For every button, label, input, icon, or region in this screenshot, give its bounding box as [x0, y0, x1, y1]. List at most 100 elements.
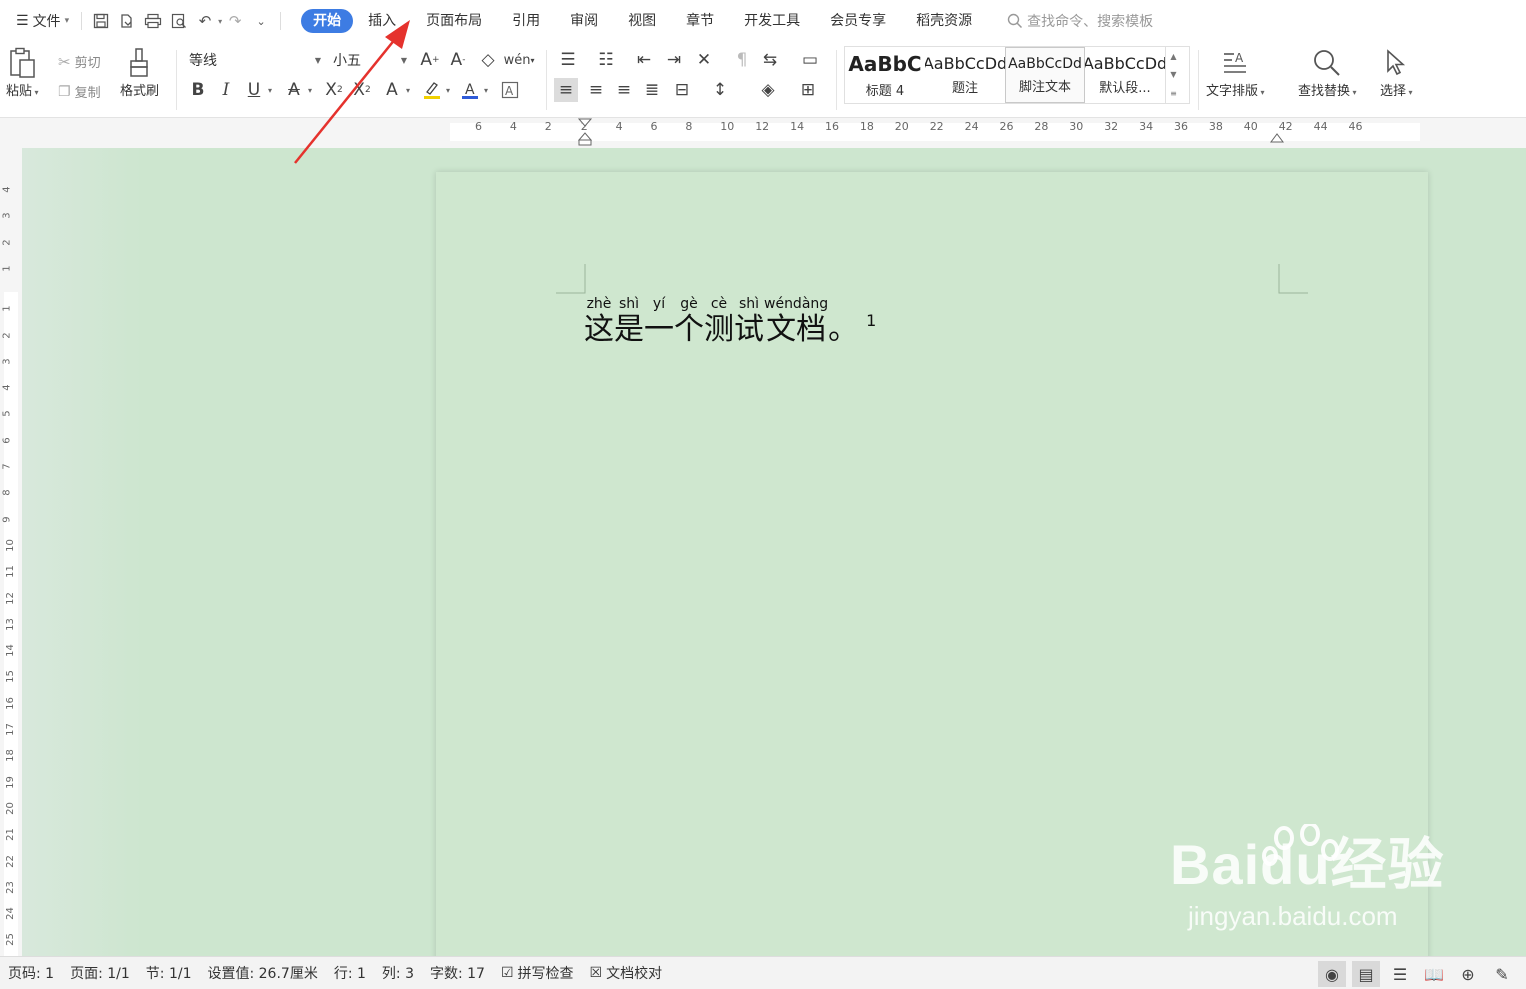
footnote-reference[interactable]: 1 — [866, 311, 876, 330]
chevron-down-icon[interactable]: ▾ — [268, 86, 272, 95]
tab-developer[interactable]: 开发工具 — [729, 9, 815, 33]
bold-icon[interactable]: B — [186, 78, 210, 102]
command-search[interactable]: 查找命令、搜索模板 — [1007, 11, 1153, 31]
shrink-font-icon[interactable]: A- — [446, 48, 470, 72]
paw-icon — [1262, 824, 1339, 866]
chevron-down-icon[interactable]: ▾ — [484, 86, 488, 95]
ruler-tick-label: 16 — [4, 696, 16, 710]
tab-view[interactable]: 视图 — [613, 9, 671, 33]
ruler-tick-label: 4 — [1, 186, 13, 193]
style-default-paragraph[interactable]: AaBbCcDd 默认段... — [1085, 47, 1165, 103]
pinyin-guide-icon[interactable]: wén ▾ — [504, 48, 535, 72]
decrease-indent-icon[interactable]: ⇤ — [632, 48, 656, 72]
reading-view-icon[interactable]: 📖 — [1420, 961, 1448, 987]
format-painter-button[interactable]: 格式刷 — [120, 46, 159, 99]
chevron-up-icon[interactable]: ▲ — [1170, 52, 1176, 61]
tab-references[interactable]: 引用 — [497, 9, 555, 33]
doc-proof-button[interactable]: ☒ 文档校对 — [582, 963, 671, 983]
highlight-icon[interactable] — [420, 78, 444, 102]
clear-format-icon[interactable]: ◇ — [476, 48, 500, 72]
find-replace-button[interactable]: 查找替换 ▾ — [1298, 46, 1357, 99]
tab-member[interactable]: 会员专享 — [815, 9, 901, 33]
divider — [836, 50, 837, 110]
page-view-icon[interactable]: ▤ — [1352, 961, 1380, 987]
ruler-tick-label: 2 — [544, 120, 552, 133]
tab-page-layout[interactable]: 页面布局 — [411, 9, 497, 33]
ruler-tick-label: 36 — [1174, 120, 1188, 133]
style-caption[interactable]: AaBbCcDd 题注 — [925, 47, 1005, 103]
pinyin-text: gè — [680, 296, 698, 312]
text-layout-button[interactable]: A 文字排版 ▾ — [1206, 46, 1265, 99]
file-menu[interactable]: ☰ 文件 ▾ — [10, 7, 75, 35]
style-heading-4[interactable]: AaBbC 标题 4 — [845, 47, 925, 103]
spell-check-button[interactable]: ☑ 拼写检查 — [493, 963, 582, 983]
line-break-icon[interactable]: ⇆ — [758, 48, 782, 72]
more-icon[interactable]: ≡ — [1170, 89, 1177, 98]
distributed-icon[interactable]: ⊟ — [670, 78, 694, 102]
shading-icon[interactable]: ◈ — [756, 78, 780, 102]
tab-docer[interactable]: 稻壳资源 — [901, 9, 987, 33]
tab-stops-icon[interactable]: ▭ — [798, 48, 822, 72]
tab-review[interactable]: 审阅 — [555, 9, 613, 33]
horizontal-ruler[interactable]: 6 4 2 2 4 6 8 10 12 14 16 18 20 22 24 26 28 30 32 34 36 38 40 4… — [0, 118, 1526, 148]
style-footnote-text[interactable]: AaBbCcDd 脚注文本 — [1005, 47, 1085, 103]
ruby-char: 。 — [828, 296, 858, 348]
tab-section[interactable]: 章节 — [671, 9, 729, 33]
styles-scrollbar[interactable]: ▲ ▼ ≡ — [1165, 47, 1181, 103]
status-word-count[interactable]: 字数: 17 — [422, 963, 493, 983]
status-section[interactable]: 节: 1/1 — [138, 963, 200, 983]
paste-button[interactable]: 粘贴 ▾ — [6, 46, 39, 99]
pinyin-text: yí — [652, 296, 666, 312]
web-view-icon[interactable]: ⊕ — [1454, 961, 1482, 987]
justify-icon[interactable]: ≣ — [640, 78, 664, 102]
outline-view-icon[interactable]: ☰ — [1386, 961, 1414, 987]
chevron-down-icon[interactable]: ▼ — [1170, 70, 1176, 79]
customize-toolbar-icon[interactable]: ⌄ — [248, 8, 274, 34]
print-icon[interactable] — [140, 8, 166, 34]
find-replace-label: 查找替换 — [1298, 84, 1351, 99]
select-button[interactable]: 选择 ▾ — [1380, 46, 1413, 99]
save-icon[interactable] — [88, 8, 114, 34]
copy-button[interactable]: ❐ 复制 — [58, 82, 101, 102]
document-text-line[interactable]: zhè 这 shì 是 yí 一 gè 个 cè 测 shì 试 wéndàng 文档 。 1 — [584, 296, 876, 348]
font-color-icon[interactable]: A — [458, 78, 482, 102]
align-left-icon[interactable]: ≡ — [554, 78, 578, 102]
ruler-tick-label: 22 — [4, 854, 16, 868]
search-placeholder: 查找命令、搜索模板 — [1027, 14, 1154, 30]
numbered-list-icon[interactable]: ☷ — [594, 48, 618, 72]
underline-icon[interactable]: U — [242, 78, 266, 102]
pen-icon[interactable]: ✎ — [1488, 961, 1516, 987]
chevron-down-icon[interactable]: ▾ — [446, 86, 450, 95]
status-page[interactable]: 页面: 1/1 — [62, 963, 138, 983]
line-spacing-icon[interactable]: ↕ — [708, 78, 732, 102]
hanzi-text: 这 — [584, 312, 614, 347]
ruler-tick-label: 5 — [1, 410, 13, 418]
right-indent-marker-icon[interactable] — [1270, 128, 1284, 144]
cut-button[interactable]: ✂ 剪切 — [58, 52, 101, 72]
grow-font-icon[interactable]: A + — [418, 48, 442, 72]
redo-icon[interactable]: ↷ — [222, 8, 248, 34]
align-center-icon[interactable]: ≡ — [584, 78, 608, 102]
chinese-layout-icon[interactable]: ✕ — [692, 48, 716, 72]
show-hide-marks-icon[interactable]: ¶ — [730, 48, 754, 72]
output-pdf-icon[interactable] — [114, 8, 140, 34]
hanzi-text: 是 — [614, 312, 644, 347]
pinyin-text: wéndàng — [764, 296, 829, 312]
vertical-ruler[interactable]: 4 3 2 1 1 2 3 4 5 6 7 8 9 10 11 12 13 14 15 16 17 18 19 20 21 22 2… — [0, 148, 22, 956]
borders-icon[interactable]: ⊞ — [796, 78, 820, 102]
copy-label: 复制 — [74, 86, 101, 101]
align-right-icon[interactable]: ≡ — [612, 78, 636, 102]
print-preview-icon[interactable] — [166, 8, 192, 34]
italic-icon[interactable]: I — [214, 78, 238, 102]
indent-marker-icon[interactable] — [578, 118, 592, 146]
bullet-list-icon[interactable]: ☰ — [556, 48, 580, 72]
status-setting[interactable]: 设置值: 26.7厘米 — [199, 963, 325, 983]
ruler-tick-label: 8 — [1, 489, 13, 496]
undo-icon[interactable]: ↶ — [192, 8, 218, 34]
eye-protection-icon[interactable]: ◉ — [1318, 961, 1346, 987]
divider — [1198, 50, 1199, 110]
character-border-icon[interactable]: A — [498, 78, 522, 102]
increase-indent-icon[interactable]: ⇥ — [662, 48, 686, 72]
status-page-code[interactable]: 页码: 1 — [0, 963, 62, 983]
svg-text:A: A — [505, 84, 514, 98]
